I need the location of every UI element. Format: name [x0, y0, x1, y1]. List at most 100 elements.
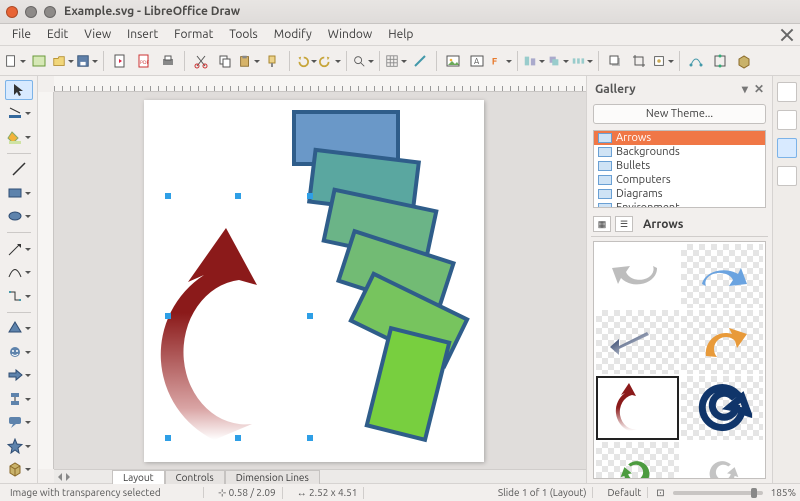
fontwork-button[interactable]: F [490, 50, 512, 72]
export-pdf-button[interactable]: PDF [133, 50, 155, 72]
tab-nav-icons[interactable] [54, 471, 82, 483]
tab-layout[interactable]: Layout [112, 470, 165, 484]
vertical-ruler[interactable] [38, 92, 54, 469]
window-minimize-button[interactable] [25, 6, 37, 18]
3d-objects-tool[interactable] [5, 459, 33, 479]
arrow-thumb-1[interactable] [596, 244, 679, 308]
arrow-thumb-3[interactable] [596, 310, 679, 374]
arrow-thumb-6[interactable] [681, 376, 764, 440]
selection-handle[interactable] [307, 435, 313, 441]
menu-window[interactable]: Window [320, 26, 380, 43]
points-button[interactable] [685, 50, 707, 72]
menu-view[interactable]: View [76, 26, 119, 43]
flowchart-tool[interactable] [5, 389, 33, 409]
copy-button[interactable] [214, 50, 236, 72]
callout-tool[interactable] [5, 412, 33, 432]
distribute-button[interactable] [571, 50, 593, 72]
selection-handle[interactable] [235, 435, 241, 441]
rectangle-tool[interactable] [5, 183, 33, 203]
arrow-thumb-5-selected[interactable] [596, 376, 679, 440]
stars-tool[interactable] [5, 436, 33, 456]
clone-formatting-button[interactable] [262, 50, 284, 72]
theme-item-bullets[interactable]: Bullets [594, 159, 765, 173]
insert-textbox-button[interactable]: A [466, 50, 488, 72]
menu-format[interactable]: Format [166, 26, 221, 43]
export-button[interactable] [109, 50, 131, 72]
arrow-thumb-4[interactable] [681, 310, 764, 374]
basic-shapes-tool[interactable] [5, 318, 33, 338]
selection-handle[interactable] [165, 435, 171, 441]
document-close-icon[interactable] [780, 28, 794, 42]
gallery-close-icon[interactable]: ✕ [754, 82, 764, 96]
menu-tools[interactable]: Tools [221, 26, 266, 43]
templates-button[interactable] [28, 50, 50, 72]
tab-controls[interactable]: Controls [165, 470, 225, 484]
theme-item-computers[interactable]: Computers [594, 173, 765, 187]
new-theme-button[interactable]: New Theme... [593, 104, 766, 124]
menu-file[interactable]: File [4, 26, 39, 43]
undo-button[interactable] [295, 50, 317, 72]
zoom-slider[interactable] [673, 491, 763, 495]
canvas-rectangle[interactable] [367, 328, 449, 440]
zoom-level[interactable]: 185% [771, 487, 796, 498]
arrange-button[interactable] [547, 50, 569, 72]
curve-tool[interactable] [5, 263, 33, 283]
selection-handle[interactable] [165, 193, 171, 199]
theme-item-arrows[interactable]: Arrows [594, 131, 765, 145]
horizontal-ruler[interactable] [54, 76, 586, 92]
sidebar-properties-icon[interactable] [777, 82, 797, 102]
gallery-theme-list[interactable]: ArrowsBackgroundsBulletsComputersDiagram… [593, 130, 766, 208]
ellipse-tool[interactable] [5, 207, 33, 227]
drawing-canvas[interactable] [54, 92, 586, 469]
symbol-shapes-tool[interactable] [5, 342, 33, 362]
shadow-button[interactable] [604, 50, 626, 72]
arrow-thumb-8[interactable] [681, 442, 764, 479]
sidebar-navigator-icon[interactable] [777, 166, 797, 186]
crop-button[interactable] [628, 50, 650, 72]
page[interactable] [144, 100, 484, 462]
select-tool[interactable] [5, 80, 33, 100]
sidebar-gallery-icon[interactable] [777, 138, 797, 158]
block-arrows-tool[interactable] [5, 365, 33, 385]
icon-view-button[interactable]: ▦ [593, 216, 611, 232]
print-button[interactable] [157, 50, 179, 72]
menu-help[interactable]: Help [380, 26, 421, 43]
selection-handle[interactable] [235, 193, 241, 199]
align-button[interactable] [523, 50, 545, 72]
zoom-button[interactable] [352, 50, 374, 72]
filter-button[interactable] [652, 50, 674, 72]
menu-insert[interactable]: Insert [119, 26, 166, 43]
menu-modify[interactable]: Modify [266, 26, 320, 43]
selection-handle[interactable] [307, 193, 313, 199]
grid-button[interactable] [385, 50, 407, 72]
save-button[interactable] [76, 50, 98, 72]
insert-image-button[interactable] [442, 50, 464, 72]
window-maximize-button[interactable] [44, 6, 56, 18]
helplines-button[interactable] [409, 50, 431, 72]
fill-color-tool[interactable] [5, 127, 33, 147]
menu-edit[interactable]: Edit [39, 26, 76, 43]
fit-page-icon[interactable]: ⊡ [656, 487, 664, 499]
extrusion-button[interactable] [733, 50, 755, 72]
theme-item-environment[interactable]: Environment [594, 201, 765, 208]
redo-button[interactable] [319, 50, 341, 72]
cut-button[interactable] [190, 50, 212, 72]
gallery-menu-icon[interactable]: ▾ [742, 82, 748, 96]
arrow-thumb-2[interactable] [681, 244, 764, 308]
selection-handle[interactable] [165, 313, 171, 319]
selection-handle[interactable] [307, 313, 313, 319]
gluepoints-button[interactable] [709, 50, 731, 72]
theme-item-backgrounds[interactable]: Backgrounds [594, 145, 765, 159]
theme-item-diagrams[interactable]: Diagrams [594, 187, 765, 201]
line-tool[interactable] [5, 160, 33, 180]
tab-dimension-lines[interactable]: Dimension Lines [225, 470, 320, 484]
sidebar-shapes-icon[interactable] [777, 110, 797, 130]
paste-button[interactable] [238, 50, 260, 72]
new-document-button[interactable] [4, 50, 26, 72]
open-button[interactable] [52, 50, 74, 72]
connector-tool[interactable] [5, 286, 33, 306]
window-close-button[interactable] [6, 6, 18, 18]
arrow-thumb-7[interactable] [596, 442, 679, 479]
detail-view-button[interactable]: ☰ [615, 216, 633, 232]
arrow-line-tool[interactable] [5, 239, 33, 259]
